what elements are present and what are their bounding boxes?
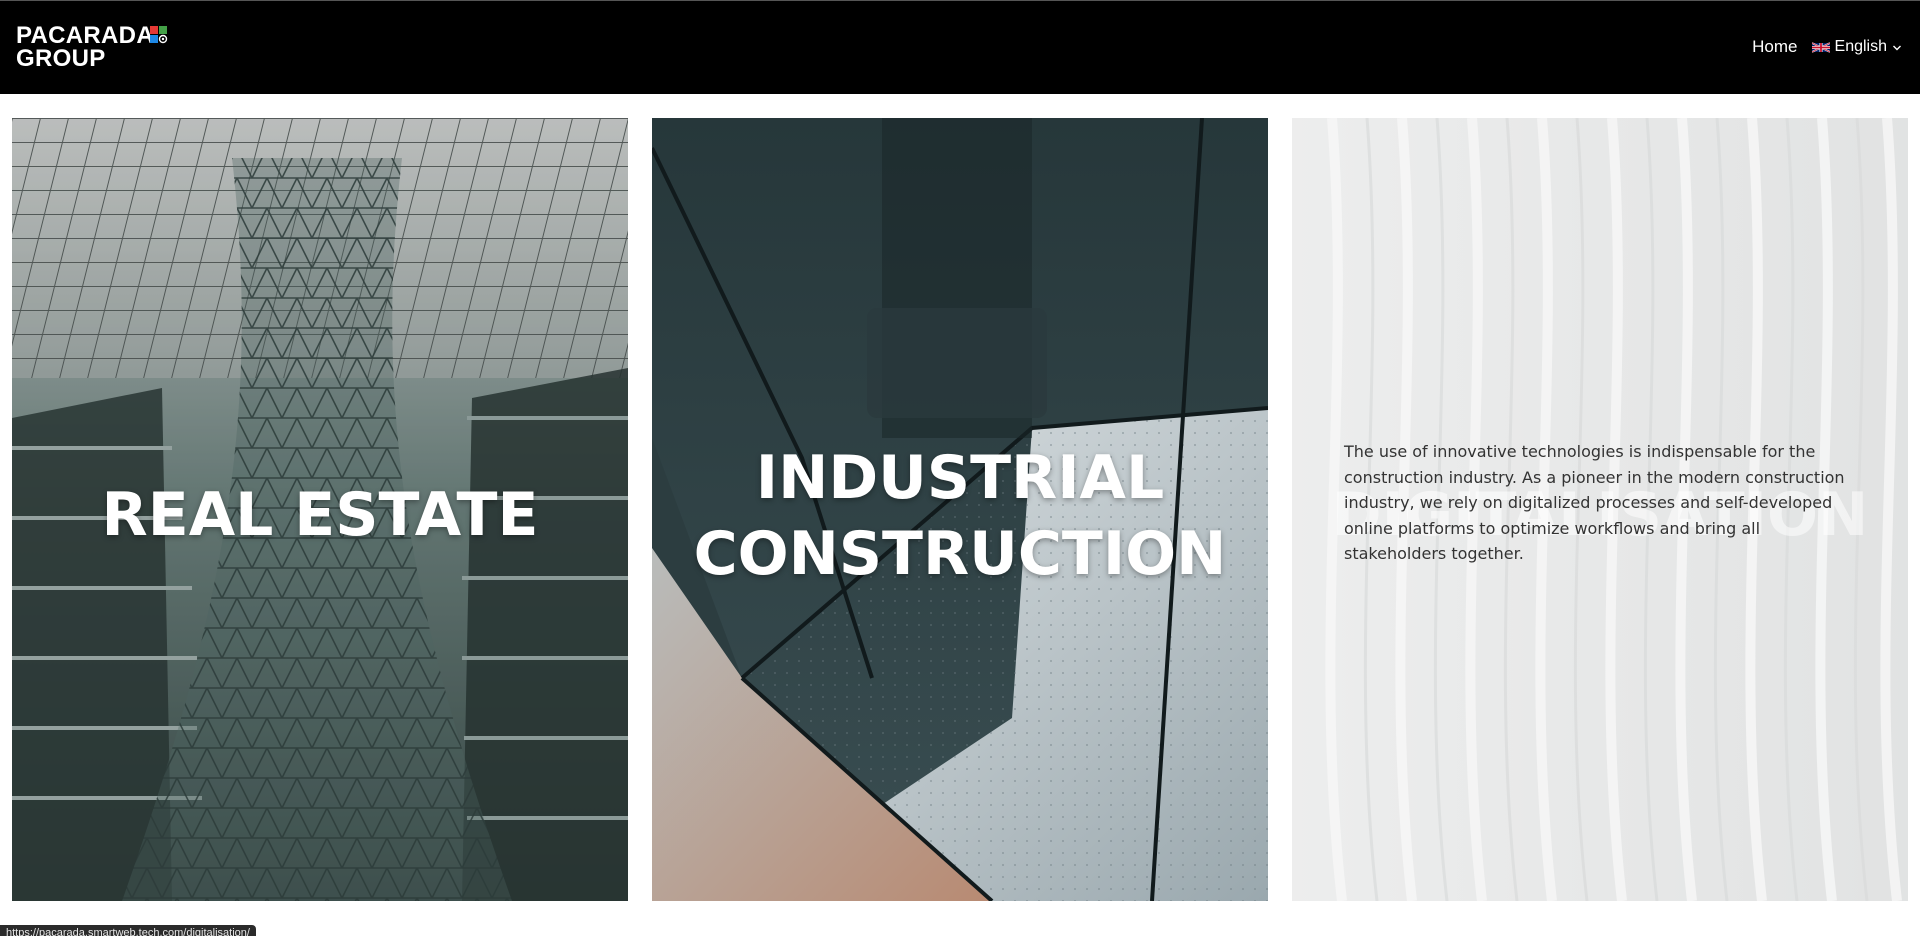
nav-home-link[interactable]: Home <box>1752 37 1797 57</box>
tile-title-line-1: INDUSTRIAL <box>755 443 1165 513</box>
logo-line-2: GROUP <box>16 45 106 72</box>
tile-description-digitalisation: The use of innovative technologies is in… <box>1344 442 1845 563</box>
language-label: English <box>1834 38 1887 55</box>
logo-mark-icon <box>150 26 168 44</box>
tile-title-line-2: CONSTRUCTION <box>693 519 1227 589</box>
tile-title-real-estate: REAL ESTATE <box>101 480 539 550</box>
tile-digitalisation[interactable]: DIGITALISATION The use of innovative tec… <box>1292 118 1908 901</box>
status-bar-url: https://pacarada.smartweb.tech.com/digit… <box>0 925 256 936</box>
logo[interactable]: PACARADA GROUP <box>16 22 168 72</box>
main-nav: Home English <box>1752 37 1902 57</box>
logo-line-1: PACARADA <box>16 22 154 49</box>
chevron-down-icon <box>1893 45 1901 51</box>
tile-real-estate[interactable]: REAL ESTATE <box>12 118 628 901</box>
language-selector[interactable]: English <box>1811 38 1902 56</box>
tile-industrial-construction[interactable]: INDUSTRIAL CONSTRUCTION <box>652 118 1268 901</box>
uk-flag-icon <box>1811 41 1830 53</box>
site-header: PACARADA GROUP Home English <box>0 0 1920 94</box>
tile-title-industrial-construction: INDUSTRIAL CONSTRUCTION <box>652 440 1268 592</box>
